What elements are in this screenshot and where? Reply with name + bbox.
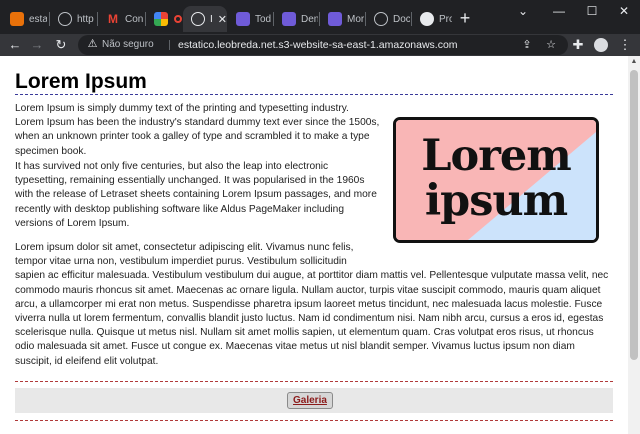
body-line: arcu, a ullamcorper mi erat non metus. S… <box>15 298 603 310</box>
recording-icon <box>174 15 182 23</box>
title-divider <box>15 94 613 95</box>
tab-8[interactable]: Mor <box>320 6 364 32</box>
tab-search-chevron-icon[interactable]: ⌄ <box>505 0 541 26</box>
body-line: sapien ac efficitur malesuada. Vestibulu… <box>15 270 609 282</box>
body-line: suscipit, id eleifend elit volutpat. <box>15 355 159 367</box>
page-title: Lorem Ipsum <box>15 70 147 93</box>
address-bar[interactable]: ⚠ Não seguro estatico.leobreda.net.s3-we… <box>78 35 568 55</box>
galeria-button[interactable]: Galeria <box>287 392 333 409</box>
forward-icon[interactable]: → <box>28 36 46 54</box>
minimize-icon[interactable]: — <box>541 0 577 26</box>
body-paragraph: Lorem ipsum dolor sit amet, consectetur … <box>15 241 613 369</box>
tab-2[interactable]: http <box>50 6 96 32</box>
body-line: odio malesuada sit amet. Fusce ut congue… <box>15 341 575 353</box>
galeria-bar: Galeria <box>15 388 613 413</box>
body-line: scelerisque nulla. Quisque ut metus nisl… <box>15 327 594 339</box>
globe-icon <box>191 12 205 26</box>
reload-icon[interactable]: ↻ <box>52 36 70 54</box>
omnibox-divider <box>169 40 170 50</box>
logo-wordmark: Lorem ipsum <box>421 131 571 226</box>
security-status[interactable]: Não seguro <box>102 39 154 50</box>
tab-3[interactable]: M Con <box>98 6 144 32</box>
body-line: Lorem ipsum dolor sit amet, consectetur … <box>15 242 354 253</box>
back-icon[interactable]: ← <box>6 36 24 54</box>
body-line: viverra nulla ut lorem fermentum, conval… <box>15 313 604 325</box>
github-icon <box>420 12 434 26</box>
footer-divider-bottom <box>15 420 613 421</box>
body-line: tempor vitae urna non, vestibulum imperd… <box>15 256 347 268</box>
globe-icon <box>58 12 72 26</box>
gmail-icon: M <box>108 12 118 26</box>
scroll-up-arrow-icon[interactable]: ▲ <box>628 56 640 68</box>
bookmark-star-icon[interactable]: ☆ <box>544 38 558 52</box>
close-tab-icon[interactable]: ✕ <box>218 13 227 26</box>
vertical-scrollbar[interactable]: ▲ <box>628 56 640 434</box>
tab-strip: esta http M Con I ✕ Tod Den Mor Doc Proj <box>0 0 640 34</box>
new-tab-button[interactable]: + <box>455 8 475 28</box>
profile-avatar[interactable] <box>594 38 608 52</box>
browser-toolbar: ← → ↻ ⚠ Não seguro estatico.leobreda.net… <box>0 34 640 56</box>
menu-kebab-icon[interactable]: ⋮ <box>616 36 634 54</box>
multicolor-app-icon <box>154 12 168 26</box>
tab-6[interactable]: Tod <box>228 6 272 32</box>
purple-app-icon <box>282 12 296 26</box>
lorem-ipsum-logo: Lorem ipsum <box>393 117 599 243</box>
tab-9[interactable]: Doc <box>366 6 410 32</box>
tab-4[interactable] <box>146 6 182 32</box>
maximize-icon[interactable]: ☐ <box>574 0 610 26</box>
intro-paragraph: Lorem Ipsum is simply dummy text of the … <box>15 103 380 157</box>
close-window-icon[interactable]: ✕ <box>606 0 640 26</box>
history-paragraph: It has survived not only five centuries,… <box>15 161 377 229</box>
body-line: commodo mauris rhoncus sit amet. Maecena… <box>15 284 601 296</box>
extensions-puzzle-icon[interactable]: ✚ <box>569 36 587 54</box>
page-viewport: Lorem Ipsum Lorem Ipsum is simply dummy … <box>0 56 640 434</box>
scroll-thumb[interactable] <box>630 70 638 360</box>
tab-1[interactable]: esta <box>2 6 48 32</box>
purple-app-icon <box>328 12 342 26</box>
share-icon[interactable]: ⇪ <box>520 38 534 52</box>
url-text[interactable]: estatico.leobreda.net.s3-website-sa-east… <box>178 39 458 51</box>
globe-icon <box>374 12 388 26</box>
tab-10[interactable]: Proj <box>412 6 452 32</box>
purple-app-icon <box>236 12 250 26</box>
tab-5-active[interactable]: I ✕ <box>183 6 227 32</box>
footer-divider-top <box>15 381 613 382</box>
orange-box-icon <box>10 12 24 26</box>
warning-icon[interactable]: ⚠ <box>86 38 99 51</box>
tab-7[interactable]: Den <box>274 6 318 32</box>
